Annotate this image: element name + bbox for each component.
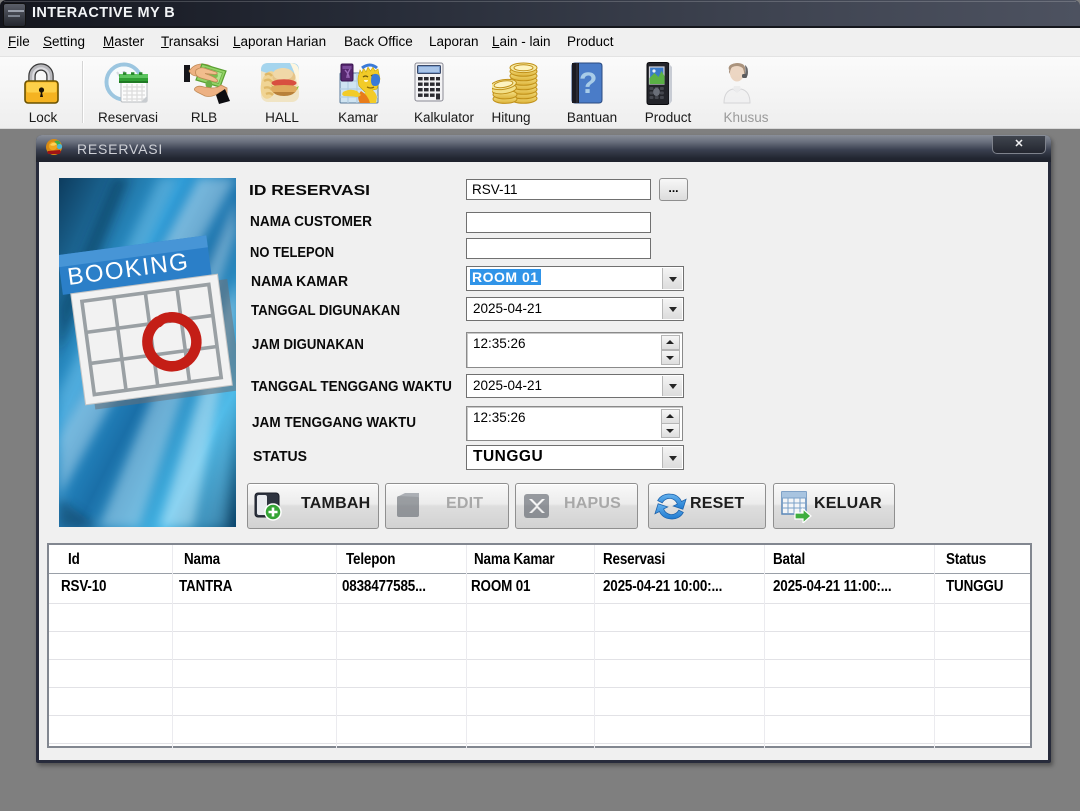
svg-text:?: ? (579, 67, 597, 100)
